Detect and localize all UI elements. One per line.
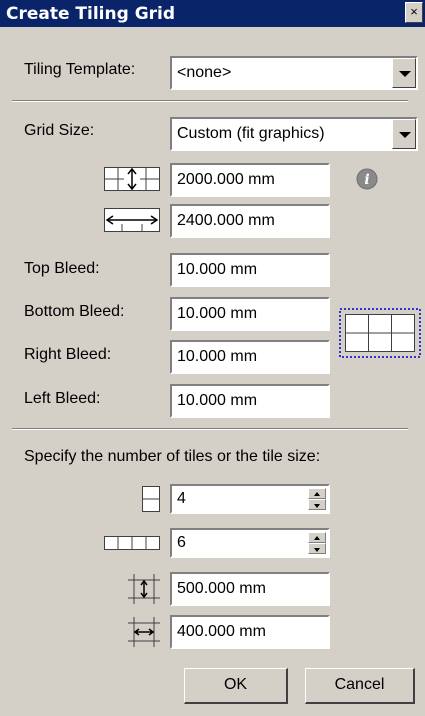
tile-columns-down-button[interactable] [308, 543, 326, 554]
bottom-bleed-label: Bottom Bleed: [24, 303, 125, 320]
separator [12, 428, 408, 430]
title-bar: Create Tiling Grid × [0, 0, 425, 27]
grid-size-select[interactable]: Custom (fit graphics) [170, 117, 418, 151]
tile-columns-spinner[interactable] [308, 532, 326, 554]
tile-height-field[interactable]: 500.000 mm [170, 572, 330, 606]
ok-button[interactable]: OK [184, 668, 288, 704]
tiling-template-select[interactable]: <none> [170, 56, 418, 90]
tiles-instruction: Specify the number of tiles or the tile … [24, 448, 321, 465]
left-bleed-label: Left Bleed: [24, 390, 101, 407]
tile-columns-stepper[interactable]: 6 [170, 528, 330, 558]
tile-rows-stepper[interactable]: 4 [170, 484, 330, 514]
grid-width-icon [104, 208, 160, 232]
right-bleed-field[interactable]: 10.000 mm [170, 340, 330, 374]
tiling-template-dropdown-button[interactable] [392, 58, 416, 88]
tile-columns-up-button[interactable] [308, 532, 326, 543]
left-bleed-field[interactable]: 10.000 mm [170, 384, 330, 418]
info-icon: i [356, 168, 378, 190]
grid-size-label: Grid Size: [24, 122, 95, 139]
tile-rows-icon [142, 486, 160, 512]
grid-width-field[interactable]: 2400.000 mm [170, 204, 330, 238]
grid-height-icon [104, 167, 160, 191]
tiling-template-label: Tiling Template: [24, 61, 136, 78]
bleed-preview-icon [339, 308, 421, 358]
tile-columns-icon [104, 536, 160, 550]
grid-height-field[interactable]: 2000.000 mm [170, 163, 330, 197]
right-bleed-label: Right Bleed: [24, 346, 112, 363]
tile-rows-up-button[interactable] [308, 488, 326, 499]
dialog-title: Create Tiling Grid [6, 4, 176, 24]
tile-width-field[interactable]: 400.000 mm [170, 615, 330, 649]
separator [12, 100, 408, 102]
top-bleed-field[interactable]: 10.000 mm [170, 253, 330, 287]
grid-size-dropdown-button[interactable] [392, 119, 416, 149]
grid-size-value: Custom (fit graphics) [177, 125, 325, 142]
tile-rows-down-button[interactable] [308, 499, 326, 510]
tile-width-icon [128, 617, 160, 647]
tile-columns-value: 6 [177, 534, 186, 551]
bottom-bleed-field[interactable]: 10.000 mm [170, 297, 330, 331]
tile-height-icon [128, 574, 160, 604]
top-bleed-label: Top Bleed: [24, 260, 100, 277]
cancel-button[interactable]: Cancel [305, 668, 415, 704]
tile-rows-spinner[interactable] [308, 488, 326, 510]
tiling-template-value: <none> [177, 64, 232, 81]
info-glyph: i [364, 172, 369, 188]
close-button[interactable]: × [405, 2, 423, 23]
tile-rows-value: 4 [177, 490, 186, 507]
